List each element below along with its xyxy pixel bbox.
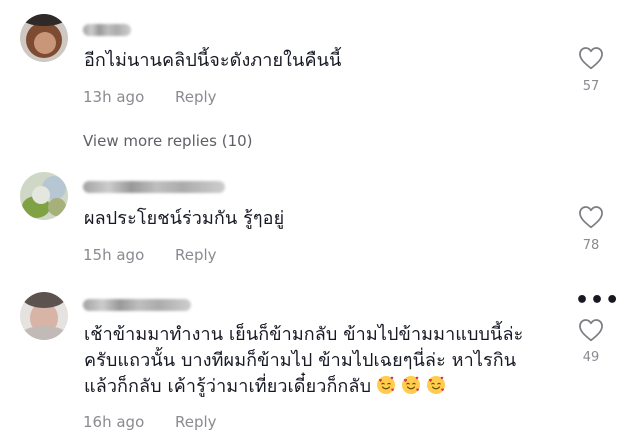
username[interactable] — [83, 181, 225, 193]
avatar[interactable] — [20, 292, 68, 340]
heart-outline-icon — [579, 47, 603, 70]
like-button[interactable] — [576, 318, 606, 342]
smiling-face-with-hearts-icon — [427, 376, 446, 394]
like-count: 78 — [582, 238, 600, 253]
reply-button[interactable]: Reply — [175, 246, 217, 264]
smiling-face-with-hearts-icon — [402, 376, 421, 394]
avatar[interactable] — [20, 172, 68, 220]
like-count: 49 — [582, 350, 600, 365]
avatar[interactable] — [20, 14, 68, 62]
username[interactable] — [83, 299, 191, 311]
like-count: 57 — [582, 79, 600, 94]
comment-timestamp: 13h ago — [83, 88, 145, 106]
comment-text: อีกไม่นานคลิปนี้จะดังภายในคืนนี้ — [84, 50, 342, 71]
comment-timestamp: 16h ago — [83, 413, 145, 431]
reply-button[interactable]: Reply — [175, 88, 217, 106]
like-button[interactable] — [576, 46, 606, 70]
more-options-icon[interactable]: ••• — [575, 290, 620, 312]
heart-outline-icon — [579, 206, 603, 229]
smiling-face-with-hearts-icon — [377, 376, 396, 394]
comment-text: ผลประโยชน์ร่วมกัน รู้ๆอยู่ — [84, 208, 285, 229]
heart-outline-icon — [579, 319, 603, 342]
comment-thread: อีกไม่นานคลิปนี้จะดังภายในคืนนี้ 13h ago… — [0, 0, 643, 434]
reply-button[interactable]: Reply — [175, 413, 217, 431]
username[interactable] — [83, 24, 131, 36]
view-more-replies-button[interactable]: View more replies (10) — [83, 132, 253, 150]
like-button[interactable] — [576, 205, 606, 229]
comment-timestamp: 15h ago — [83, 246, 145, 264]
comment-text: เช้าข้ามมาทำงาน เย็นก็ข้ามกลับ ข้ามไปข้า… — [84, 324, 524, 397]
